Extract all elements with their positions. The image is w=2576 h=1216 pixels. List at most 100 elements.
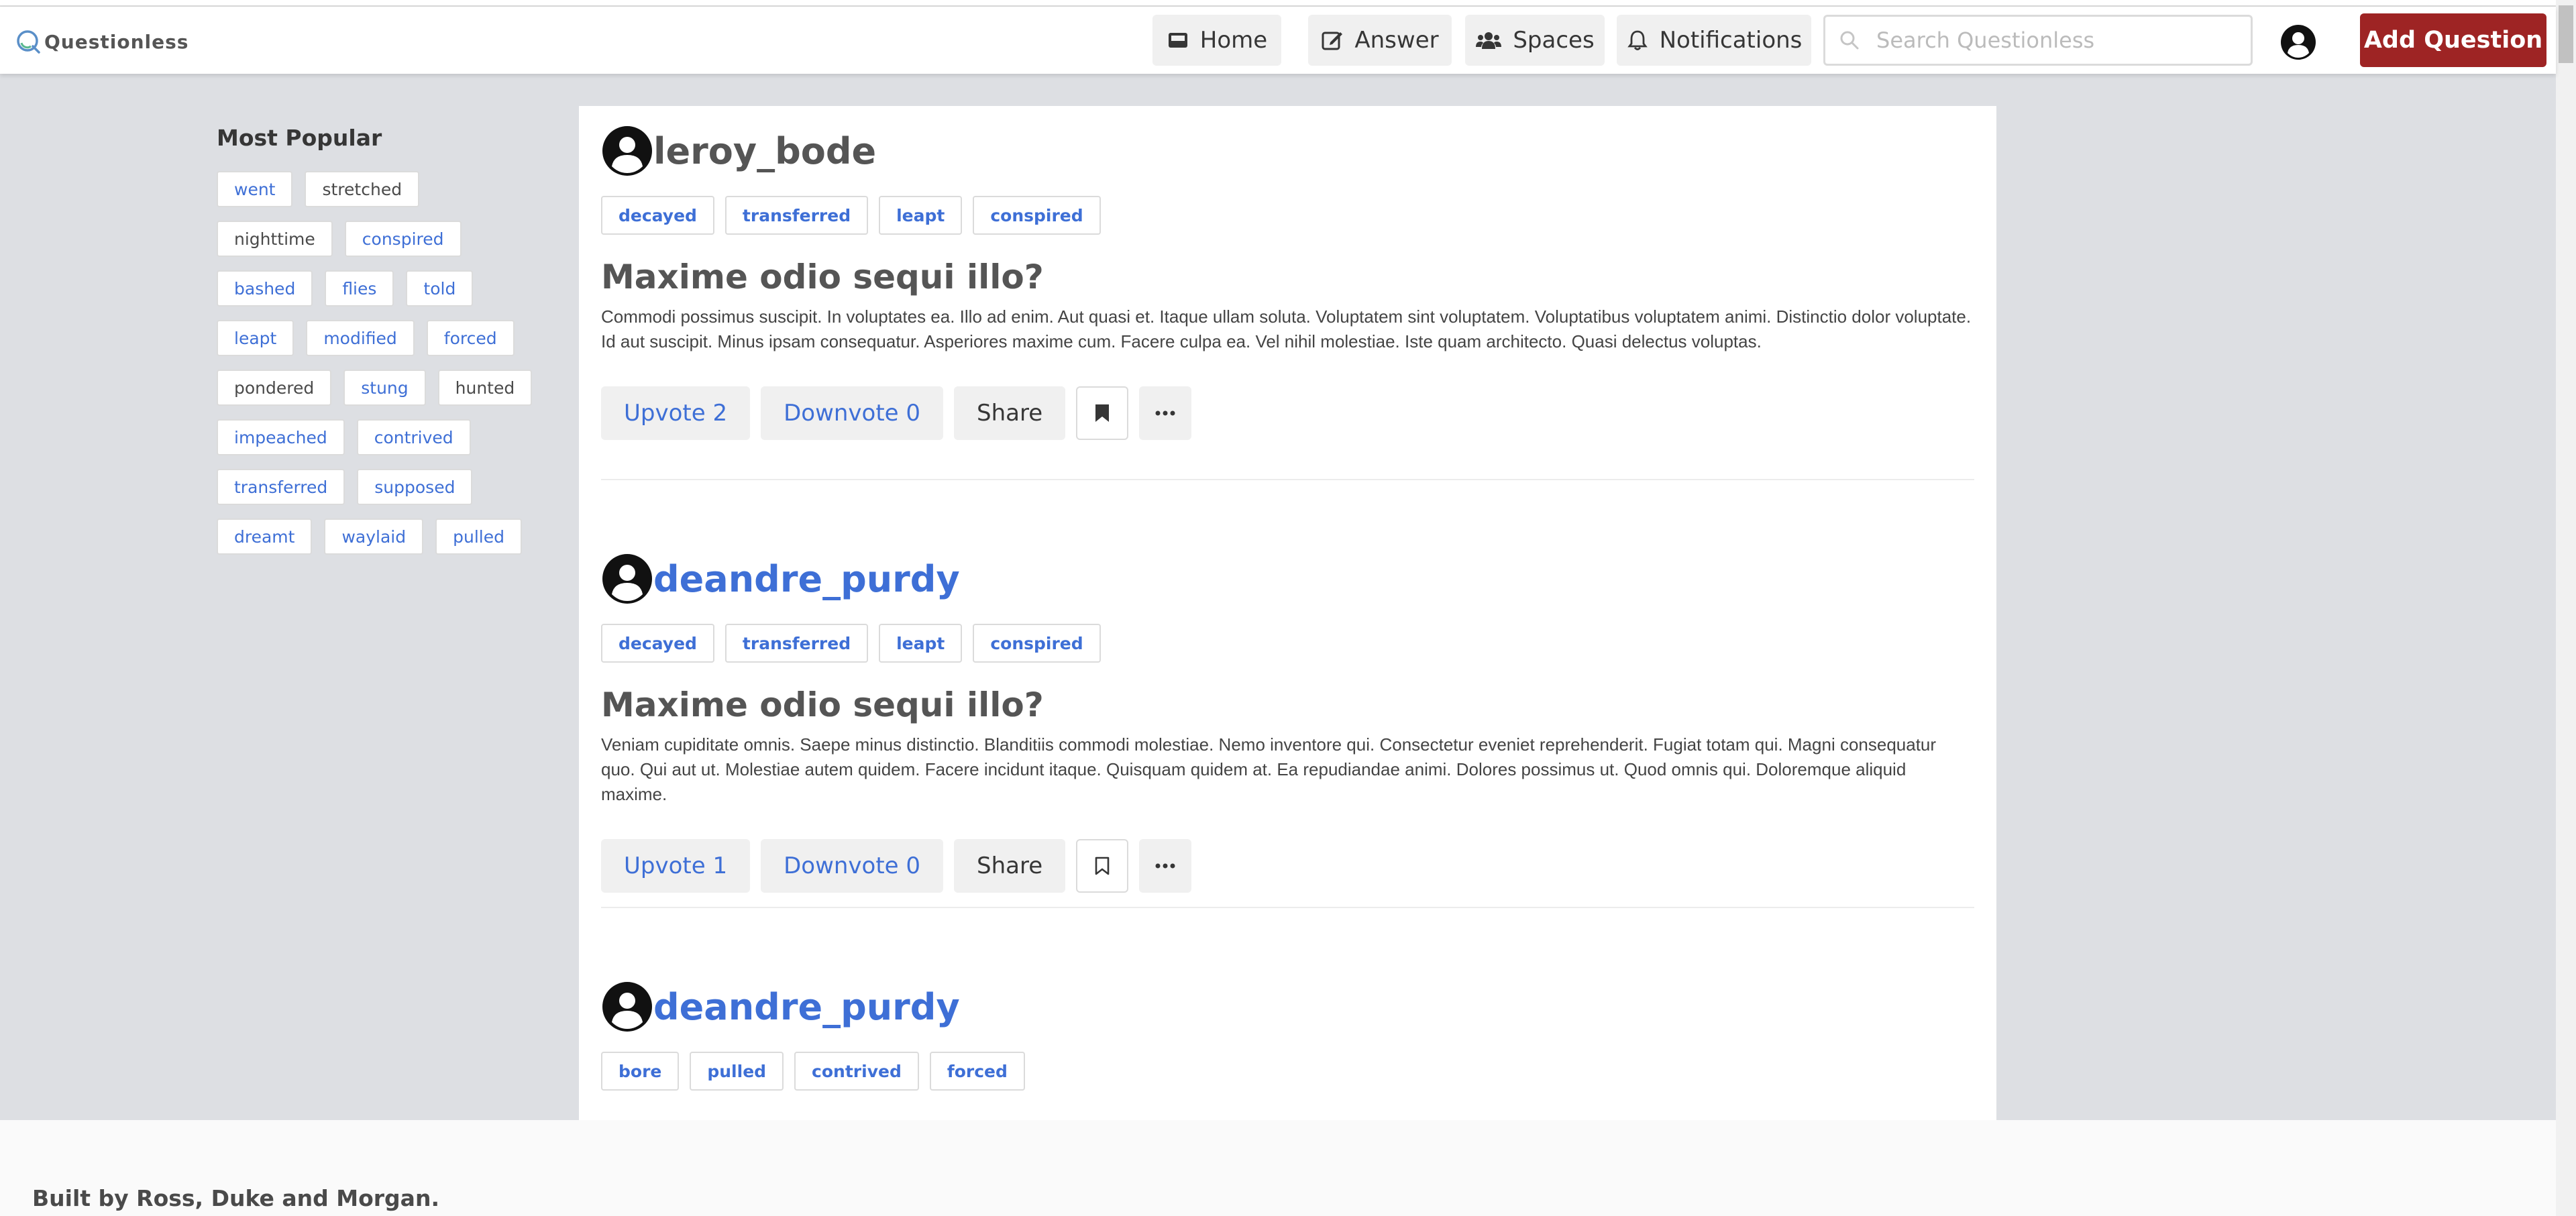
search-box xyxy=(1823,15,2253,66)
bookmark-button[interactable] xyxy=(1076,839,1129,893)
post-title[interactable]: Maxime odio sequi illo? xyxy=(601,685,1974,724)
post-tag[interactable]: bore xyxy=(601,1052,680,1091)
search-input[interactable] xyxy=(1875,27,2226,54)
footer-separator: and xyxy=(274,1185,337,1211)
popular-tag[interactable]: forced xyxy=(426,320,515,356)
ellipsis-icon xyxy=(1155,410,1175,416)
popular-tag[interactable]: conspired xyxy=(344,221,462,257)
nav-notifications-label: Notifications xyxy=(1659,27,1803,54)
more-options-button[interactable] xyxy=(1139,386,1192,440)
footer-link-ross[interactable]: Ross xyxy=(136,1185,195,1211)
downvote-button[interactable]: Downvote 0 xyxy=(761,386,944,440)
scrollbar-thumb[interactable] xyxy=(2559,5,2573,63)
popular-tag[interactable]: stung xyxy=(343,370,426,406)
post-author: deandre_purdy xyxy=(601,549,1974,609)
search-icon xyxy=(1840,31,1859,50)
question-post: leroy_bode decayed transferred leapt con… xyxy=(601,121,1974,440)
footer-suffix: . xyxy=(431,1185,439,1211)
downvote-button[interactable]: Downvote 0 xyxy=(761,839,944,893)
popular-tags: went stretched nighttime conspired bashe… xyxy=(217,171,539,555)
post-divider xyxy=(601,479,1974,480)
popular-tag[interactable]: hunted xyxy=(437,370,533,406)
bookmark-filled-icon xyxy=(1095,404,1110,422)
nav-answer-button[interactable]: Answer xyxy=(1308,15,1452,66)
popular-tag[interactable]: waylaid xyxy=(324,518,424,555)
post-actions: Upvote 1 Downvote 0 Share xyxy=(601,839,1974,893)
popular-tag[interactable]: nighttime xyxy=(217,221,333,257)
add-question-button[interactable]: Add Question xyxy=(2360,13,2546,67)
footer-prefix: Built by xyxy=(32,1185,137,1211)
post-tag[interactable]: leapt xyxy=(879,196,963,235)
post-tag[interactable]: transferred xyxy=(724,196,869,235)
brand-name: Questionless xyxy=(44,30,189,53)
users-icon xyxy=(1476,32,1502,49)
scrollbar[interactable] xyxy=(2556,0,2576,1216)
user-account-icon[interactable] xyxy=(2279,23,2317,61)
post-tag[interactable]: transferred xyxy=(724,624,869,663)
post-tag[interactable]: decayed xyxy=(601,196,714,235)
popular-tag[interactable]: transferred xyxy=(217,469,345,505)
inbox-icon xyxy=(1168,33,1187,48)
popular-tag[interactable]: impeached xyxy=(217,419,345,455)
popular-tag[interactable]: bashed xyxy=(217,270,313,307)
edit-icon xyxy=(1322,32,1343,50)
post-tag[interactable]: pulled xyxy=(690,1052,784,1091)
post-author: deandre_purdy xyxy=(601,977,1974,1037)
share-button[interactable]: Share xyxy=(954,386,1066,440)
popular-tag[interactable]: supposed xyxy=(357,469,473,505)
question-post: deandre_purdy bore pulled contrived forc… xyxy=(601,977,1974,1091)
brand[interactable]: Questionless xyxy=(15,28,189,55)
popular-tag[interactable]: dreamt xyxy=(217,518,313,555)
popular-tag[interactable]: went xyxy=(217,171,293,207)
post-author: leroy_bode xyxy=(601,121,1974,181)
post-tags: decayed transferred leapt conspired xyxy=(601,624,1974,663)
post-tags: decayed transferred leapt conspired xyxy=(601,196,1974,235)
nav-spaces-button[interactable]: Spaces xyxy=(1465,15,1605,66)
feed-card: leroy_bode decayed transferred leapt con… xyxy=(579,106,1996,1120)
nav-home-button[interactable]: Home xyxy=(1152,15,1281,66)
avatar-icon xyxy=(602,126,652,176)
share-button[interactable]: Share xyxy=(954,839,1066,893)
popular-tag[interactable]: stretched xyxy=(305,171,420,207)
nav-spaces-label: Spaces xyxy=(1513,27,1595,54)
popular-tag[interactable]: flies xyxy=(325,270,394,307)
avatar-icon xyxy=(602,554,652,604)
post-tag[interactable]: forced xyxy=(929,1052,1025,1091)
ellipsis-icon xyxy=(1155,863,1175,869)
upvote-button[interactable]: Upvote 1 xyxy=(601,839,751,893)
post-username[interactable]: deandre_purdy xyxy=(653,986,960,1028)
post-body: Veniam cupiditate omnis. Saepe minus dis… xyxy=(601,734,1937,804)
most-popular-title: Most Popular xyxy=(217,125,382,151)
post-tag[interactable]: contrived xyxy=(794,1052,919,1091)
post-tag[interactable]: conspired xyxy=(973,624,1101,663)
footer-link-duke[interactable]: Duke xyxy=(211,1185,274,1211)
popular-tag[interactable]: told xyxy=(406,270,474,307)
post-tags: bore pulled contrived forced xyxy=(601,1052,1974,1091)
nav-home-label: Home xyxy=(1199,27,1268,54)
post-divider xyxy=(601,907,1974,908)
footer-separator: , xyxy=(195,1185,211,1211)
post-tag[interactable]: decayed xyxy=(601,624,714,663)
avatar-icon xyxy=(602,982,652,1032)
post-tag[interactable]: leapt xyxy=(879,624,963,663)
bookmark-outline-icon xyxy=(1095,856,1110,875)
nav-notifications-button[interactable]: Notifications xyxy=(1617,15,1811,66)
post-actions: Upvote 2 Downvote 0 Share xyxy=(601,386,1974,440)
question-post: deandre_purdy decayed transferred leapt … xyxy=(601,549,1974,893)
upvote-button[interactable]: Upvote 2 xyxy=(601,386,751,440)
footer-credits: Built by Ross, Duke and Morgan. xyxy=(32,1185,439,1211)
bookmark-button[interactable] xyxy=(1076,386,1129,440)
post-tag[interactable]: conspired xyxy=(973,196,1101,235)
most-popular-sidebar: Most Popular went stretched nighttime co… xyxy=(217,125,539,555)
popular-tag[interactable]: modified xyxy=(306,320,415,356)
popular-tag[interactable]: pulled xyxy=(435,518,522,555)
post-username[interactable]: deandre_purdy xyxy=(653,558,960,600)
popular-tag[interactable]: pondered xyxy=(217,370,332,406)
post-username[interactable]: leroy_bode xyxy=(653,130,876,172)
footer-link-morgan[interactable]: Morgan xyxy=(336,1185,431,1211)
popular-tag[interactable]: leapt xyxy=(217,320,294,356)
nav-answer-label: Answer xyxy=(1354,27,1439,54)
popular-tag[interactable]: contrived xyxy=(356,419,471,455)
post-title[interactable]: Maxime odio sequi illo? xyxy=(601,258,1974,296)
more-options-button[interactable] xyxy=(1139,839,1192,893)
